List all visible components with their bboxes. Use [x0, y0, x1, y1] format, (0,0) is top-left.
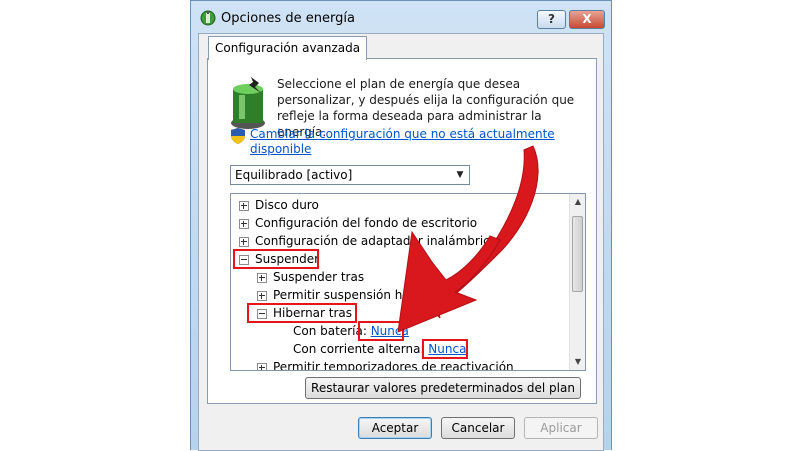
expand-icon[interactable]: [239, 201, 249, 211]
apply-button[interactable]: Aplicar: [524, 417, 598, 439]
restore-defaults-button[interactable]: Restaurar valores predeterminados del pl…: [305, 377, 581, 399]
expand-icon[interactable]: [239, 237, 249, 247]
highlight-sleep: [233, 249, 319, 269]
ok-button[interactable]: Aceptar: [358, 417, 432, 439]
scroll-up-icon[interactable]: ▲: [570, 194, 585, 210]
highlight-hibernate-after: [247, 303, 357, 323]
close-button[interactable]: X: [569, 10, 605, 29]
dropdown-arrow-icon[interactable]: ▼: [451, 166, 469, 184]
cancel-button[interactable]: Cancelar: [441, 417, 515, 439]
change-settings-link[interactable]: Cambiar la configuración que no está act…: [250, 127, 570, 157]
battery-power-icon: [231, 77, 265, 129]
highlight-plugged-in-value: [422, 339, 468, 359]
setting-label: Con corriente alterna:: [293, 342, 425, 356]
scroll-thumb[interactable]: [572, 216, 583, 292]
expand-icon[interactable]: [257, 363, 267, 370]
tree-item-label: Permitir temporizadores de reactivación: [273, 360, 514, 371]
tab-panel: Seleccione el plan de energía que desea …: [207, 58, 597, 404]
settings-tree: Disco duro Configuración del fondo de es…: [230, 193, 586, 371]
tree-item-label: Configuración del fondo de escritorio: [255, 216, 478, 230]
tree-item-label: Suspender tras: [273, 270, 365, 284]
window-title: Opciones de energía: [221, 11, 355, 26]
tab-advanced-settings[interactable]: Configuración avanzada: [208, 36, 368, 60]
expand-icon[interactable]: [257, 273, 267, 283]
expand-icon[interactable]: [257, 291, 267, 301]
setting-label: Con batería:: [293, 324, 367, 338]
highlight-on-battery-value: [358, 321, 404, 341]
dialog-body: Configuración avanzada Seleccione el pla…: [198, 33, 604, 451]
power-plan-select[interactable]: Equilibrado [activo] ▼: [230, 165, 470, 185]
power-options-icon: [200, 10, 216, 26]
uac-shield-icon: [231, 128, 245, 144]
expand-icon[interactable]: [239, 219, 249, 229]
tree-scrollbar[interactable]: ▲ ▼: [569, 194, 585, 370]
tree-item-label: Configuración de adaptador inalámbrico: [255, 234, 498, 248]
tree-item-label: Disco duro: [255, 198, 319, 212]
help-button[interactable]: ?: [537, 10, 566, 29]
title-bar[interactable]: Opciones de energía ? X: [191, 1, 611, 35]
power-options-window: Opciones de energía ? X Configuración av…: [190, 0, 612, 451]
power-plan-value: Equilibrado [activo]: [235, 168, 353, 182]
scroll-down-icon[interactable]: ▼: [570, 354, 585, 370]
tree-item-label: Permitir suspensión híbrida: [273, 288, 437, 302]
